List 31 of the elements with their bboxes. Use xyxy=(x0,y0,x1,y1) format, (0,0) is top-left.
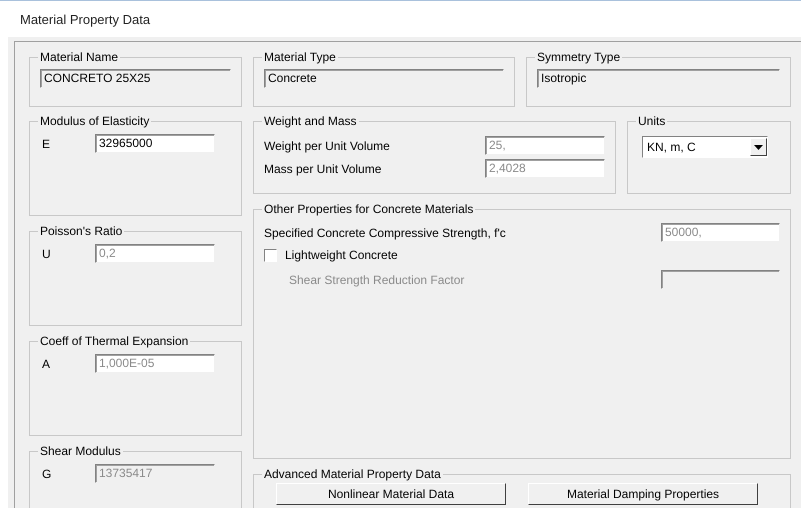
text-field[interactable]: 32965000 xyxy=(95,134,215,153)
symbol-label: A xyxy=(41,356,52,370)
symbol-label: E xyxy=(41,136,52,150)
group-label: Symmetry Type xyxy=(536,50,622,64)
text-field[interactable]: CONCRETO 25X25 xyxy=(40,69,231,88)
dialog-button[interactable]: Nonlinear Material Data xyxy=(276,483,506,505)
units-dropdown[interactable]: KN, m, C xyxy=(642,136,768,158)
field-label: Shear Strength Reduction Factor xyxy=(289,272,464,286)
caret-icon xyxy=(754,144,763,150)
dialog-button[interactable]: Material Damping Properties xyxy=(528,483,758,505)
group-label: Units xyxy=(637,114,666,128)
group-label: Other Properties for Concrete Materials xyxy=(263,202,474,216)
text-field[interactable]: Concrete xyxy=(264,69,504,88)
group-label: Material Type xyxy=(263,50,337,64)
group-label: Shear Modulus xyxy=(39,444,122,458)
group-label: Poisson's Ratio xyxy=(39,224,124,238)
field-label: Mass per Unit Volume xyxy=(264,162,382,176)
symbol-label: U xyxy=(41,246,52,260)
text-field[interactable]: Isotropic xyxy=(537,69,780,88)
checkbox[interactable] xyxy=(264,248,277,262)
checkbox-label: Lightweight Concrete xyxy=(285,248,398,262)
group-label: Material Name xyxy=(39,50,120,64)
group-label: Modulus of Elasticity xyxy=(39,114,150,128)
group-label: Weight and Mass xyxy=(263,114,358,128)
group-label: Coeff of Thermal Expansion xyxy=(39,334,190,348)
symbol-label: G xyxy=(41,466,52,480)
field-label: Specified Concrete Compressive Strength, f'c xyxy=(264,226,506,240)
dropdown-button[interactable] xyxy=(750,138,767,156)
field-label: Weight per Unit Volume xyxy=(264,138,390,152)
group-label: Advanced Material Property Data xyxy=(263,467,442,481)
window-title: Material Property Data xyxy=(20,12,150,26)
